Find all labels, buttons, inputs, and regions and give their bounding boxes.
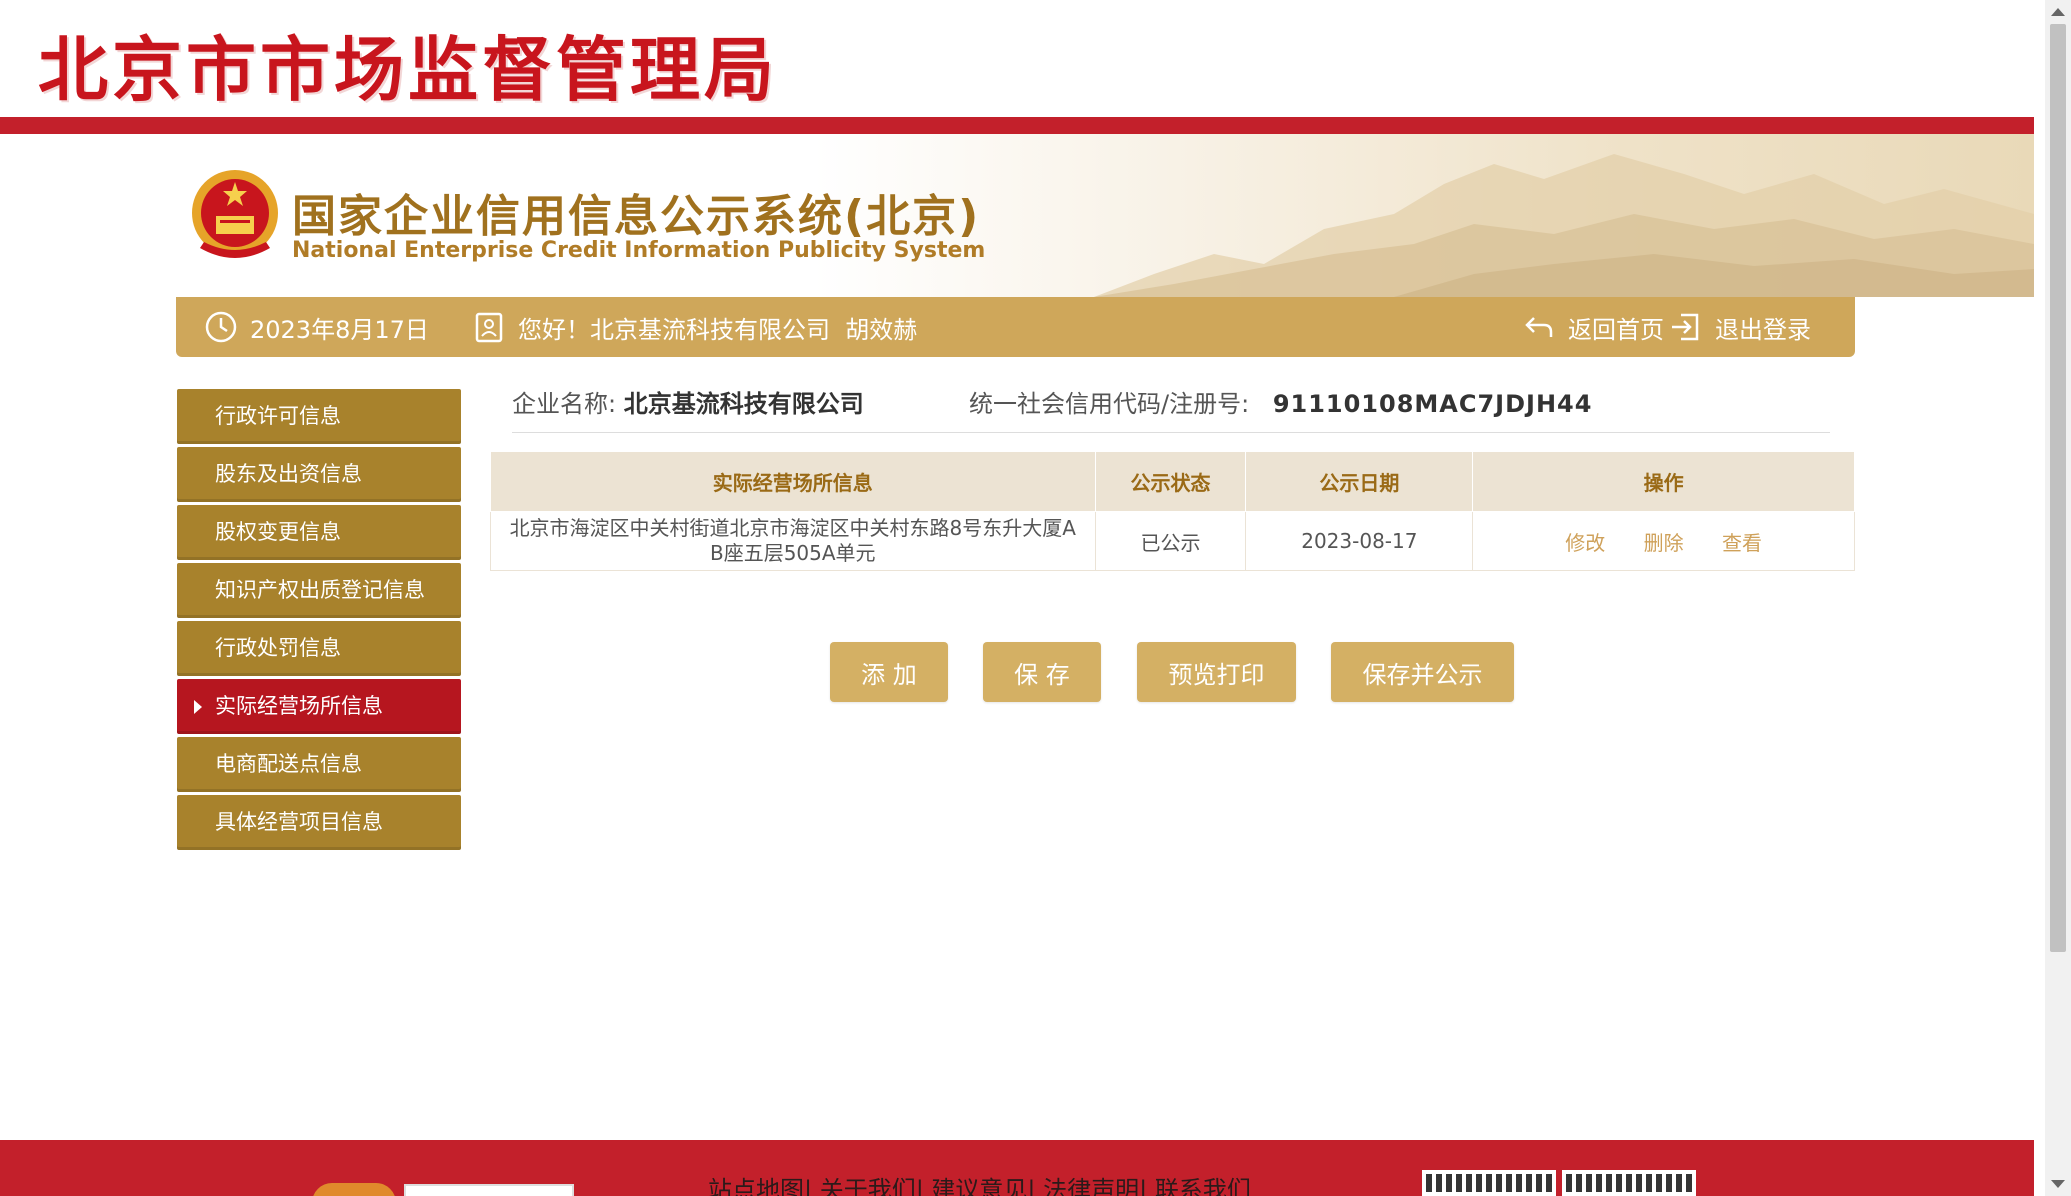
company-name-label: 企业名称:: [512, 390, 617, 418]
return-icon: [1525, 317, 1553, 337]
premises-table: 实际经营场所信息 公示状态 公示日期 操作 北京市海淀区中关村街道北京市海淀区中…: [490, 451, 1855, 571]
scroll-thumb[interactable]: [2050, 24, 2066, 952]
banner: 国家企业信用信息公示系统(北京) National Enterprise Cre…: [0, 134, 2034, 297]
national-emblem-icon: [192, 170, 278, 258]
logout-link-label[interactable]: 退出登录: [1715, 310, 1811, 345]
qr-code-icon: [1422, 1170, 1556, 1196]
footer-emblem-icon: [312, 1183, 396, 1196]
address-line: B座五层505A单元: [709, 541, 876, 565]
table-row: 北京市海淀区中关村街道北京市海淀区中关村东路8号东升大厦A B座五层505A单元…: [490, 511, 1855, 571]
home-link-label[interactable]: 返回首页: [1568, 310, 1664, 345]
company-name-row: 企业名称: 北京基流科技有限公司: [512, 384, 864, 419]
scroll-up-icon[interactable]: [2051, 8, 2065, 16]
date-display: 2023年8月17日: [204, 297, 429, 357]
logout-link[interactable]: 退出登录: [1669, 297, 1811, 357]
mountain-illustration: [1094, 154, 2034, 297]
date-cell: 2023-08-17: [1245, 511, 1474, 571]
sidebar-item-ecommerce-delivery[interactable]: 电商配送点信息: [177, 737, 461, 792]
footer: 站点地图| 关于我们| 建议意见| 法律声明| 联系我们: [0, 1140, 2034, 1196]
brand-bar: [0, 117, 2034, 134]
footer-links[interactable]: 站点地图| 关于我们| 建议意见| 法律声明| 联系我们: [708, 1170, 1251, 1196]
greeting-display: 您好！北京基流科技有限公司 胡效赫: [472, 297, 917, 357]
save-button[interactable]: 保 存: [983, 642, 1101, 702]
system-title: 国家企业信用信息公示系统(北京): [292, 191, 981, 242]
table-header-row: 实际经营场所信息 公示状态 公示日期 操作: [490, 451, 1855, 512]
sidebar-item-ip-pledge[interactable]: 知识产权出质登记信息: [177, 563, 461, 618]
delete-link[interactable]: 删除: [1644, 531, 1684, 555]
sidebar-item-label: 行政许可信息: [215, 404, 341, 428]
credit-code: 91110108MAC7JDJH44: [1272, 390, 1593, 418]
edit-link[interactable]: 修改: [1565, 531, 1605, 555]
footer-logo-box: [404, 1184, 574, 1196]
action-buttons: 添 加 保 存 预览打印 保存并公示: [0, 642, 2034, 702]
logout-icon: [1672, 313, 1699, 341]
sidebar-item-admin-license[interactable]: 行政许可信息: [177, 389, 461, 444]
home-link[interactable]: 返回首页: [1522, 297, 1664, 357]
sidebar-item-label: 知识产权出质登记信息: [215, 578, 425, 602]
save-publish-button[interactable]: 保存并公示: [1331, 642, 1514, 702]
preview-print-button[interactable]: 预览打印: [1137, 642, 1296, 702]
brand-title: 北京市市场监督管理局: [38, 28, 778, 111]
scroll-down-icon[interactable]: [2051, 1180, 2065, 1188]
status-cell: 已公示: [1094, 511, 1247, 571]
column-header: 公示日期: [1245, 451, 1474, 512]
actions-cell: 修改 删除 查看: [1472, 511, 1855, 571]
sidebar-item-equity-change[interactable]: 股权变更信息: [177, 505, 461, 560]
address-cell: 北京市海淀区中关村街道北京市海淀区中关村东路8号东升大厦A B座五层505A单元: [490, 511, 1096, 571]
address-line: 北京市海淀区中关村街道北京市海淀区中关村东路8号东升大厦A: [509, 516, 1076, 540]
sidebar-item-shareholders[interactable]: 股东及出资信息: [177, 447, 461, 502]
column-header: 操作: [1472, 451, 1855, 512]
active-indicator-icon: [194, 700, 202, 714]
sidebar-item-label: 股东及出资信息: [215, 462, 362, 486]
page: 北京市市场监督管理局 国家企业信用信息公示系统(北京) National Ent…: [0, 0, 2034, 1196]
credit-code-label: 统一社会信用代码/注册号:: [969, 390, 1250, 418]
sidebar-item-label: 电商配送点信息: [215, 752, 362, 776]
qr-code-icon: [1562, 1170, 1696, 1196]
date-text: 2023年8月17日: [250, 315, 429, 344]
clock-icon: [205, 311, 237, 343]
system-subtitle: National Enterprise Credit Information P…: [292, 238, 986, 263]
sidebar: 行政许可信息 股东及出资信息 股权变更信息 知识产权出质登记信息 行政处罚信息 …: [177, 389, 461, 853]
sidebar-item-label: 具体经营项目信息: [215, 810, 383, 834]
column-header: 实际经营场所信息: [490, 451, 1096, 512]
vertical-scrollbar[interactable]: [2045, 0, 2071, 1196]
user-card-icon: [475, 312, 503, 343]
view-link[interactable]: 查看: [1722, 531, 1762, 555]
column-header: 公示状态: [1094, 451, 1247, 512]
add-button[interactable]: 添 加: [830, 642, 948, 702]
info-bar: 2023年8月17日 您好！北京基流科技有限公司 胡效赫 返回首页 退出登录: [176, 297, 1855, 357]
company-name: 北京基流科技有限公司: [623, 390, 864, 418]
credit-code-row: 统一社会信用代码/注册号: 91110108MAC7JDJH44: [969, 384, 1592, 419]
greeting-text: 您好！北京基流科技有限公司 胡效赫: [518, 315, 918, 344]
sidebar-item-label: 股权变更信息: [215, 520, 341, 544]
sidebar-item-business-scope[interactable]: 具体经营项目信息: [177, 795, 461, 850]
divider: [512, 432, 1830, 433]
